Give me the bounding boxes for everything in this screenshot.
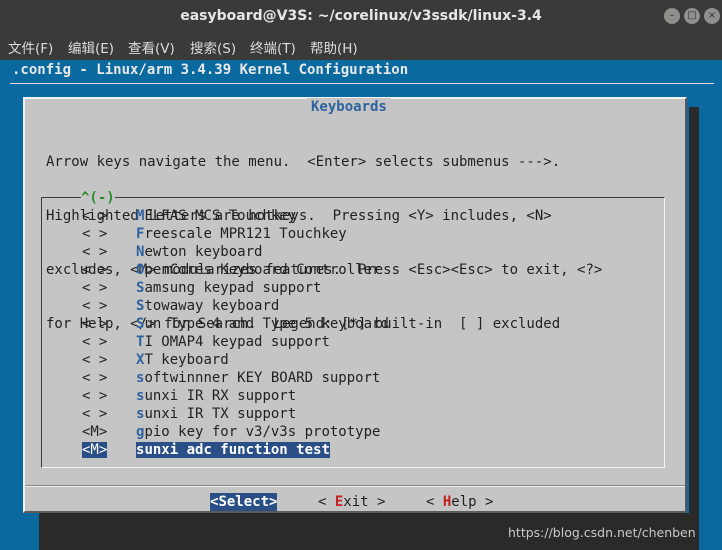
item-mark: < > bbox=[82, 226, 108, 242]
exit-button-post: xit > bbox=[343, 494, 386, 510]
item-mark: < > bbox=[82, 388, 108, 404]
item-mark: < > bbox=[82, 208, 108, 224]
item-mark: < > bbox=[82, 406, 108, 422]
list-item[interactable]: < > XT keyboard bbox=[82, 351, 389, 369]
menu-edit[interactable]: 编辑(E) bbox=[68, 37, 114, 57]
menu-items: < > MELFAS MCS Touchkey < > Freescale MPR1… bbox=[82, 207, 389, 459]
help-line: Arrow keys navigate the menu. <Enter> se… bbox=[46, 154, 561, 170]
config-header: .config - Linux/arm 3.4.39 Kernel Config… bbox=[12, 62, 409, 78]
menu-view[interactable]: 查看(V) bbox=[128, 37, 175, 57]
list-item[interactable]: < > TI OMAP4 keypad support bbox=[82, 333, 389, 351]
dialog-shadow-right bbox=[689, 107, 699, 523]
help-button-post: elp > bbox=[451, 494, 494, 510]
scroll-indicator: ^(-) bbox=[81, 189, 115, 207]
item-mark: < > bbox=[82, 316, 108, 332]
list-item[interactable]: < > sunxi IR TX support bbox=[82, 405, 389, 423]
item-label: penCores Keyboard Controller bbox=[144, 262, 381, 278]
item-label: towaway keyboard bbox=[144, 298, 280, 314]
item-mark: <M> bbox=[82, 424, 108, 440]
button-bar-rule-highlight bbox=[25, 486, 685, 487]
item-label: unxi IR TX support bbox=[144, 406, 297, 422]
item-mark: < > bbox=[82, 262, 108, 278]
menu-terminal[interactable]: 终端(T) bbox=[250, 37, 296, 57]
dialog-title: Keyboards bbox=[307, 98, 391, 116]
item-mark: < > bbox=[82, 244, 108, 260]
item-label: oftwinnner KEY BOARD support bbox=[144, 370, 381, 386]
list-item[interactable]: < > Stowaway keyboard bbox=[82, 297, 389, 315]
help-button[interactable]: < Help > bbox=[426, 493, 493, 511]
item-mark: < > bbox=[82, 370, 108, 386]
item-mark: < > bbox=[82, 334, 108, 350]
item-label: pio key for v3/v3s prototype bbox=[144, 424, 381, 440]
watermark: https://blog.csdn.net/chenben bbox=[508, 525, 696, 540]
item-label: un Type 4 and Type 5 keyboard bbox=[144, 316, 389, 332]
close-icon[interactable]: × bbox=[704, 8, 720, 24]
list-item[interactable]: <M> gpio key for v3/v3s prototype bbox=[82, 423, 389, 441]
exit-button-pre: < bbox=[318, 494, 335, 510]
list-item[interactable]: < > softwinnner KEY BOARD support bbox=[82, 369, 389, 387]
maximize-icon[interactable]: □ bbox=[684, 8, 700, 24]
menu-file[interactable]: 文件(F) bbox=[8, 37, 53, 57]
menu-help[interactable]: 帮助(H) bbox=[310, 37, 358, 57]
item-label: amsung keypad support bbox=[144, 280, 322, 296]
list-item-selected[interactable]: <M> sunxi adc function test bbox=[82, 441, 389, 459]
header-rule bbox=[10, 83, 714, 84]
terminal-area[interactable]: .config - Linux/arm 3.4.39 Kernel Config… bbox=[0, 60, 722, 550]
menu-list[interactable]: ^(-) < > MELFAS MCS Touchkey < > Freescale… bbox=[41, 189, 665, 468]
keyboards-dialog: Keyboards Arrow keys navigate the menu. … bbox=[23, 97, 687, 513]
list-item[interactable]: < > sunxi IR RX support bbox=[82, 387, 389, 405]
item-label: unxi adc function test bbox=[144, 442, 330, 458]
list-item[interactable]: < > Samsung keypad support bbox=[82, 279, 389, 297]
item-mark: <M> bbox=[82, 442, 108, 458]
menu-search[interactable]: 搜索(S) bbox=[190, 37, 236, 57]
item-label: reescale MPR121 Touchkey bbox=[144, 226, 347, 242]
list-item[interactable]: < > Newton keyboard bbox=[82, 243, 389, 261]
item-label: unxi IR RX support bbox=[144, 388, 297, 404]
select-button-post: elect> bbox=[226, 494, 278, 510]
minimize-icon[interactable]: – bbox=[664, 8, 680, 24]
select-button-hotkey: S bbox=[218, 494, 227, 510]
window-titlebar: easyboard@V3S: ~/corelinux/v3ssdk/linux-… bbox=[0, 0, 722, 32]
item-label: ELFAS MCS Touchkey bbox=[144, 208, 297, 224]
item-mark: < > bbox=[82, 352, 108, 368]
window-title: easyboard@V3S: ~/corelinux/v3ssdk/linux-… bbox=[180, 8, 542, 24]
item-mark: < > bbox=[82, 280, 108, 296]
item-mark: < > bbox=[82, 298, 108, 314]
list-item[interactable]: < > OpenCores Keyboard Controller bbox=[82, 261, 389, 279]
list-item[interactable]: < > Sun Type 4 and Type 5 keyboard bbox=[82, 315, 389, 333]
item-label: ewton keyboard bbox=[144, 244, 263, 260]
list-item[interactable]: < > Freescale MPR121 Touchkey bbox=[82, 225, 389, 243]
item-label: T keyboard bbox=[144, 352, 229, 368]
menubar: 文件(F) 编辑(E) 查看(V) 搜索(S) 终端(T) 帮助(H) bbox=[0, 32, 722, 60]
list-item[interactable]: < > MELFAS MCS Touchkey bbox=[82, 207, 389, 225]
item-label: I OMAP4 keypad support bbox=[144, 334, 330, 350]
exit-button[interactable]: < Exit > bbox=[318, 493, 385, 511]
help-button-pre: < bbox=[426, 494, 443, 510]
select-button[interactable]: <Select> bbox=[210, 493, 278, 511]
